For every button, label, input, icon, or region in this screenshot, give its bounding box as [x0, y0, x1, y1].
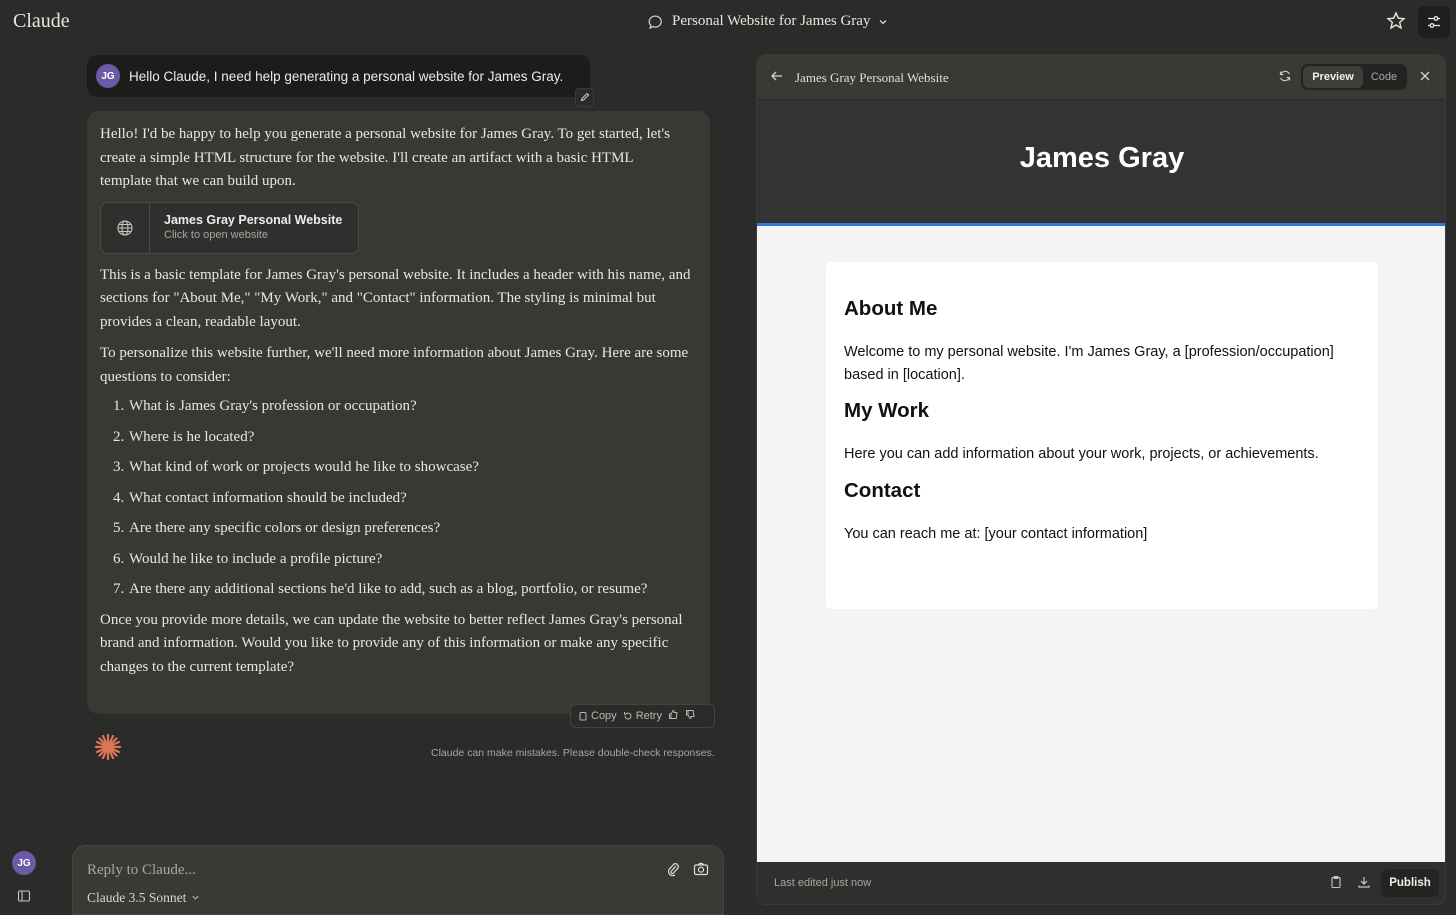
- avatar: JG: [96, 64, 120, 88]
- edit-message-button[interactable]: [575, 88, 594, 107]
- thumbs-up-icon[interactable]: [668, 709, 679, 723]
- sidebar-toggle-icon[interactable]: [17, 889, 33, 905]
- download-icon[interactable]: [1357, 875, 1373, 891]
- list-item: Are there any additional sections he'd l…: [128, 578, 697, 602]
- site-header: James Gray: [757, 100, 1445, 226]
- clipboard-icon[interactable]: [1329, 875, 1345, 891]
- artifact-panel: James Gray Personal Website Preview Code…: [756, 54, 1446, 905]
- assistant-message: Hello! I'd be happy to help you generate…: [87, 111, 710, 714]
- list-item: Are there any specific colors or design …: [128, 517, 697, 541]
- claude-logo-icon: [93, 732, 123, 762]
- star-icon[interactable]: [1386, 11, 1408, 33]
- artifact-card-subtitle: Click to open website: [164, 228, 268, 241]
- last-edited-status: Last edited just now: [774, 877, 872, 889]
- model-selector[interactable]: Claude 3.5 Sonnet: [87, 890, 200, 906]
- assistant-paragraph-3: To personalize this website further, we'…: [100, 345, 689, 385]
- paperclip-icon[interactable]: [665, 861, 683, 879]
- assistant-intro: Hello! I'd be happy to help you generate…: [100, 126, 671, 189]
- artifact-panel-footer: Last edited just now Publish: [757, 862, 1445, 904]
- list-item: Where is he located?: [128, 426, 697, 450]
- list-item: Would he like to include a profile pictu…: [128, 548, 697, 572]
- section-heading-work: My Work: [844, 399, 930, 422]
- assistant-closing: Once you provide more details, we can up…: [100, 611, 683, 675]
- section-body-about: Welcome to my personal website. I'm Jame…: [844, 344, 1334, 383]
- retry-button[interactable]: Retry: [623, 710, 662, 722]
- section-heading-contact: Contact: [844, 478, 921, 502]
- retry-label: Retry: [635, 710, 662, 722]
- site-name: James Gray: [1019, 141, 1185, 174]
- pencil-icon: [580, 89, 590, 107]
- model-name: Claude 3.5 Sonnet: [87, 890, 187, 905]
- artifact-title: James Gray Personal Website: [795, 70, 949, 85]
- section-body-contact: You can reach me at: [your contact infor…: [844, 525, 1148, 542]
- tab-preview[interactable]: Preview: [1303, 66, 1363, 88]
- disclaimer: Claude can make mistakes. Please double-…: [431, 747, 715, 759]
- copy-button[interactable]: Copy: [578, 710, 617, 722]
- section-body-work: Here you can add information about your …: [844, 446, 1319, 462]
- brand-logo[interactable]: Claude: [13, 10, 70, 33]
- chevron-down-icon: [191, 890, 200, 906]
- list-item: What is James Gray's profession or occup…: [128, 395, 697, 419]
- arrow-left-icon[interactable]: [770, 69, 786, 85]
- tab-code[interactable]: Code: [1363, 66, 1405, 88]
- artifact-panel-header: James Gray Personal Website Preview Code: [757, 55, 1445, 100]
- section-heading-about: About Me: [844, 297, 938, 320]
- site-content-card: About Me Welcome to my personal website.…: [826, 262, 1378, 609]
- avatar: JG: [12, 851, 36, 875]
- composer: Claude 3.5 Sonnet: [72, 845, 724, 915]
- globe-icon: [101, 202, 150, 253]
- list-item: What kind of work or projects would he l…: [128, 456, 697, 480]
- camera-icon[interactable]: [693, 861, 711, 879]
- refresh-icon[interactable]: [1278, 69, 1294, 85]
- close-icon[interactable]: [1418, 69, 1434, 85]
- artifact-card[interactable]: James Gray Personal Website Click to ope…: [100, 201, 359, 254]
- artifact-card-title: James Gray Personal Website: [164, 212, 343, 227]
- conversation-title: Personal Website for James Gray: [672, 13, 871, 29]
- message-actions: Copy Retry: [570, 704, 715, 728]
- website-preview: James Gray About Me Welcome to my person…: [757, 100, 1445, 862]
- top-bar: Claude Personal Website for James Gray: [0, 0, 1456, 44]
- user-message: JG Hello Claude, I need help generating …: [87, 55, 590, 97]
- chat-bubble-icon: [648, 14, 664, 30]
- user-avatar-button[interactable]: JG: [12, 851, 36, 875]
- chevron-down-icon: [878, 17, 888, 27]
- sliders-icon[interactable]: [1418, 6, 1450, 38]
- publish-button[interactable]: Publish: [1381, 869, 1439, 897]
- user-message-text: Hello Claude, I need help generating a p…: [129, 68, 564, 84]
- conversation-title-menu[interactable]: Personal Website for James Gray: [648, 13, 888, 30]
- assistant-paragraph-2: This is a basic template for James Gray'…: [100, 266, 691, 330]
- questions-list: What is James Gray's profession or occup…: [128, 395, 697, 602]
- retry-icon: [623, 712, 632, 720]
- reply-input[interactable]: [87, 859, 627, 881]
- list-item: What contact information should be inclu…: [128, 487, 697, 511]
- clipboard-icon: [579, 712, 587, 721]
- copy-label: Copy: [591, 710, 617, 722]
- view-toggle: Preview Code: [1301, 64, 1407, 90]
- thumbs-down-icon[interactable]: [685, 709, 696, 723]
